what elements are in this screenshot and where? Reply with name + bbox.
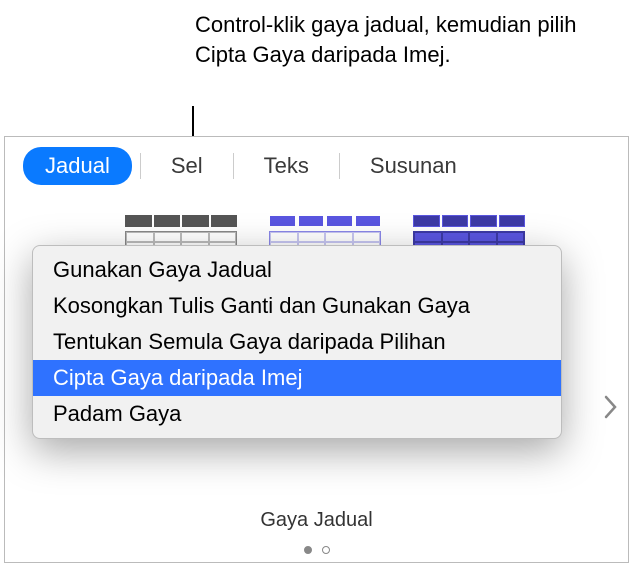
pagination-dots [304,546,330,554]
tab-divider [233,153,234,179]
menu-item-delete-style[interactable]: Padam Gaya [33,396,561,432]
menu-item-redefine-style[interactable]: Tentukan Semula Gaya daripada Pilihan [33,324,561,360]
menu-item-apply-style[interactable]: Gunakan Gaya Jadual [33,252,561,288]
menu-item-clear-overrides[interactable]: Kosongkan Tulis Ganti dan Gunakan Gaya [33,288,561,324]
page-dot-1[interactable] [304,546,312,554]
tab-divider [339,153,340,179]
tab-susunan[interactable]: Susunan [348,147,479,185]
style-section-label: Gaya Jadual [260,509,372,532]
menu-item-create-from-image[interactable]: Cipta Gaya daripada Imej [33,360,561,396]
context-menu: Gunakan Gaya Jadual Kosongkan Tulis Gant… [32,245,562,439]
tab-sel[interactable]: Sel [149,147,225,185]
chevron-right-icon[interactable] [604,395,618,425]
callout-text: Control-klik gaya jadual, kemudian pilih… [195,10,633,69]
tab-jadual[interactable]: Jadual [23,147,132,185]
tab-teks[interactable]: Teks [242,147,331,185]
page-dot-2[interactable] [322,546,330,554]
tab-divider [140,153,141,179]
tabs-bar: Jadual Sel Teks Susunan [5,137,628,193]
